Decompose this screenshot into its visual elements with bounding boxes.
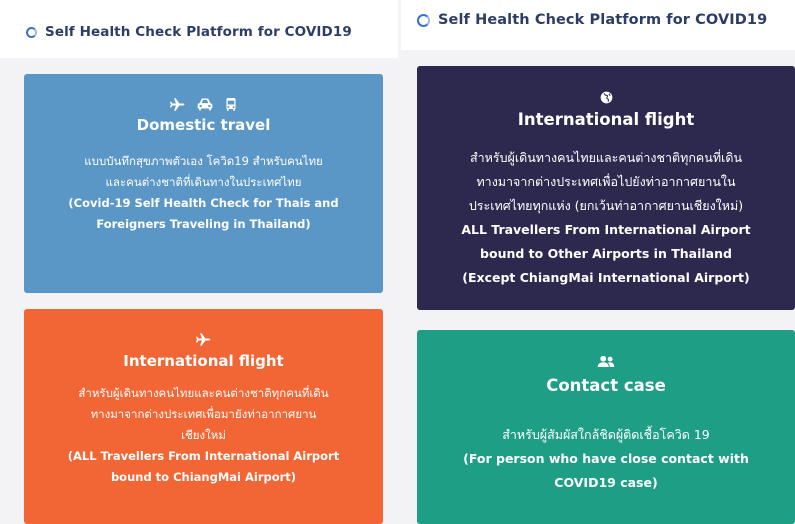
card-description: แบบบันทึกสุขภาพตัวเอง โควิด19 สำหรับคนไท… [24,151,383,235]
card-description: สำหรับผู้เดินทางคนไทยและคนต่างชาติทุกคนท… [417,146,795,290]
card-title: International flight [123,352,284,370]
card-icons [417,354,795,368]
users-icon [597,354,615,368]
page-title: Self Health Check Platform for COVID19 [45,24,352,40]
desc-thai-line: สำหรับผู้เดินทางคนไทยและคนต่างชาติทุกคนท… [78,386,329,400]
card-contact-case[interactable]: Contact case สำหรับผู้สัมผัสใกล้ชิดผู้ติ… [417,330,795,524]
desc-thai-line: สำหรับผู้สัมผัสใกล้ชิดผู้ติดเชื้อโควิด 1… [502,427,710,442]
desc-thai-line: และคนต่างชาติที่เดินทางในประเทศไทย [105,175,302,189]
airplane-icon [196,332,211,346]
transport-icons [24,97,383,111]
card-international-flight-chiangmai[interactable]: International flight สำหรับผู้เดินทางคนไ… [24,309,383,524]
desc-english-line: Foreigners Traveling in Thailand) [96,217,311,231]
card-domestic-travel[interactable]: Domestic travel แบบบันทึกสุขภาพตัวเอง โค… [24,74,383,293]
desc-english-line: (Covid-19 Self Health Check for Thais an… [68,196,339,210]
header-left: Self Health Check Platform for COVID19 [26,24,352,40]
desc-english-line: (Except ChiangMai International Airport) [462,270,750,285]
desc-thai-line: ทางมาจากต่างประเทศเพื่อไปยังท่าอากาศยานใ… [476,174,736,189]
page-title: Self Health Check Platform for COVID19 [438,12,768,28]
globe-icon [600,90,613,104]
desc-english-line: COVID19 case) [554,475,658,490]
loading-ring-icon [26,26,37,38]
card-title: International flight [517,110,695,129]
airplane-icon [169,97,185,111]
car-icon [197,97,213,111]
card-international-flight-other-airports[interactable]: International flight สำหรับผู้เดินทางคนไ… [417,66,795,310]
desc-english-line: bound to ChiangMai Airport) [110,470,297,484]
desc-thai-line: สำหรับผู้เดินทางคนไทยและคนต่างชาติทุกคนท… [469,150,742,165]
card-icons [24,332,383,346]
desc-thai-line: เชียงใหม่ [181,428,226,442]
card-title: Contact case [546,376,666,395]
loading-ring-icon [417,13,430,27]
desc-english-line: bound to Other Airports in Thailand [480,246,732,261]
left-panel: Self Health Check Platform for COVID19 D… [0,0,398,524]
right-panel: Self Health Check Platform for COVID19 I… [401,0,795,524]
desc-english-line: (ALL Travellers From International Airpo… [67,449,340,463]
desc-thai-line: ประเทศไทยทุกแห่ง (ยกเว้นท่าอากาศยานเชียง… [468,198,744,213]
desc-thai-line: ทางมาจากต่างประเทศเพื่อมายังท่าอากาศยาน [90,407,317,421]
card-description: สำหรับผู้เดินทางคนไทยและคนต่างชาติทุกคนท… [24,383,383,488]
desc-thai-line: แบบบันทึกสุขภาพตัวเอง โควิด19 สำหรับคนไท… [84,154,323,168]
desc-english-line: (For person who have close contact with [463,451,749,466]
card-title: Domestic travel [136,116,271,134]
card-icons [417,90,795,104]
bus-icon [225,97,237,111]
desc-english-line: ALL Travellers From International Airpor… [461,222,751,237]
card-description: สำหรับผู้สัมผัสใกล้ชิดผู้ติดเชื้อโควิด 1… [417,423,795,495]
header-right: Self Health Check Platform for COVID19 [417,12,767,28]
